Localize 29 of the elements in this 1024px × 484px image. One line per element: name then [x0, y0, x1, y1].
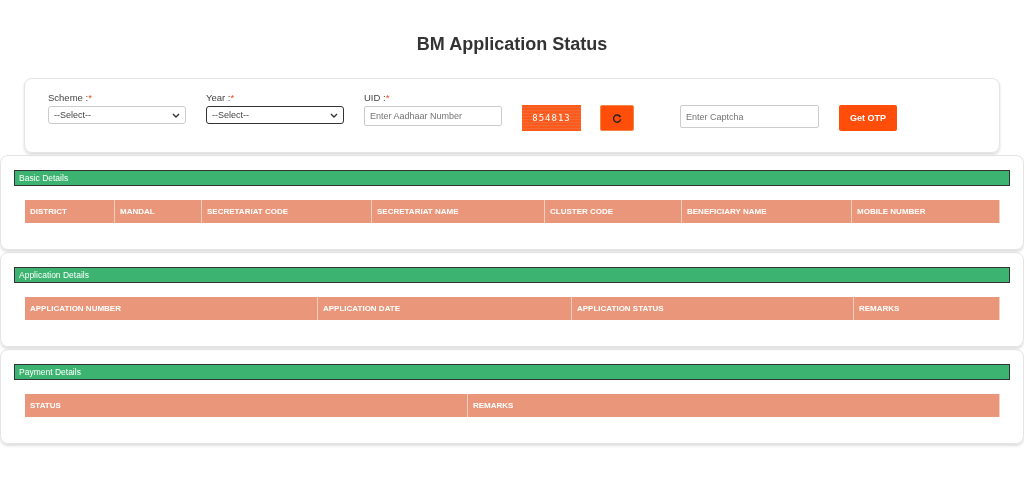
column-header: BENEFICIARY NAME	[682, 200, 852, 223]
column-header: DISTRICT	[25, 200, 115, 223]
chevron-icon	[330, 112, 338, 118]
column-header: SECRETARIAT NAME	[372, 200, 545, 223]
column-header: STATUS	[25, 394, 468, 417]
select-field[interactable]: --Select--	[48, 106, 186, 124]
field-label: Year :*	[206, 92, 236, 105]
section-header: Application Details	[14, 267, 1010, 283]
field-label: UID :*	[364, 92, 391, 105]
field-label: Scheme :*	[48, 92, 93, 105]
column-header: APPLICATION NUMBER	[25, 297, 318, 320]
column-header: SECRETARIAT CODE	[202, 200, 372, 223]
uid-field[interactable]: Enter Aadhaar Number	[364, 106, 502, 126]
chevron-icon	[172, 112, 180, 118]
column-header: APPLICATION DATE	[318, 297, 572, 320]
select-field[interactable]: --Select--	[206, 106, 344, 124]
column-header: CLUSTER CODE	[545, 200, 682, 223]
column-header: MANDAL	[115, 200, 202, 223]
section-header: Basic Details	[14, 170, 1010, 186]
section-header: Payment Details	[14, 364, 1010, 380]
column-header: MOBILE NUMBER	[852, 200, 1000, 223]
captcha-field[interactable]: Enter Captcha	[680, 105, 819, 128]
captcha-image: 854813	[522, 105, 581, 131]
column-header: APPLICATION STATUS	[572, 297, 854, 320]
column-header: REMARKS	[854, 297, 1000, 320]
refresh-icon	[612, 113, 622, 123]
page-title: BM Application Status	[415, 33, 609, 56]
column-header: REMARKS	[468, 394, 1000, 417]
refresh-button[interactable]	[600, 105, 634, 131]
